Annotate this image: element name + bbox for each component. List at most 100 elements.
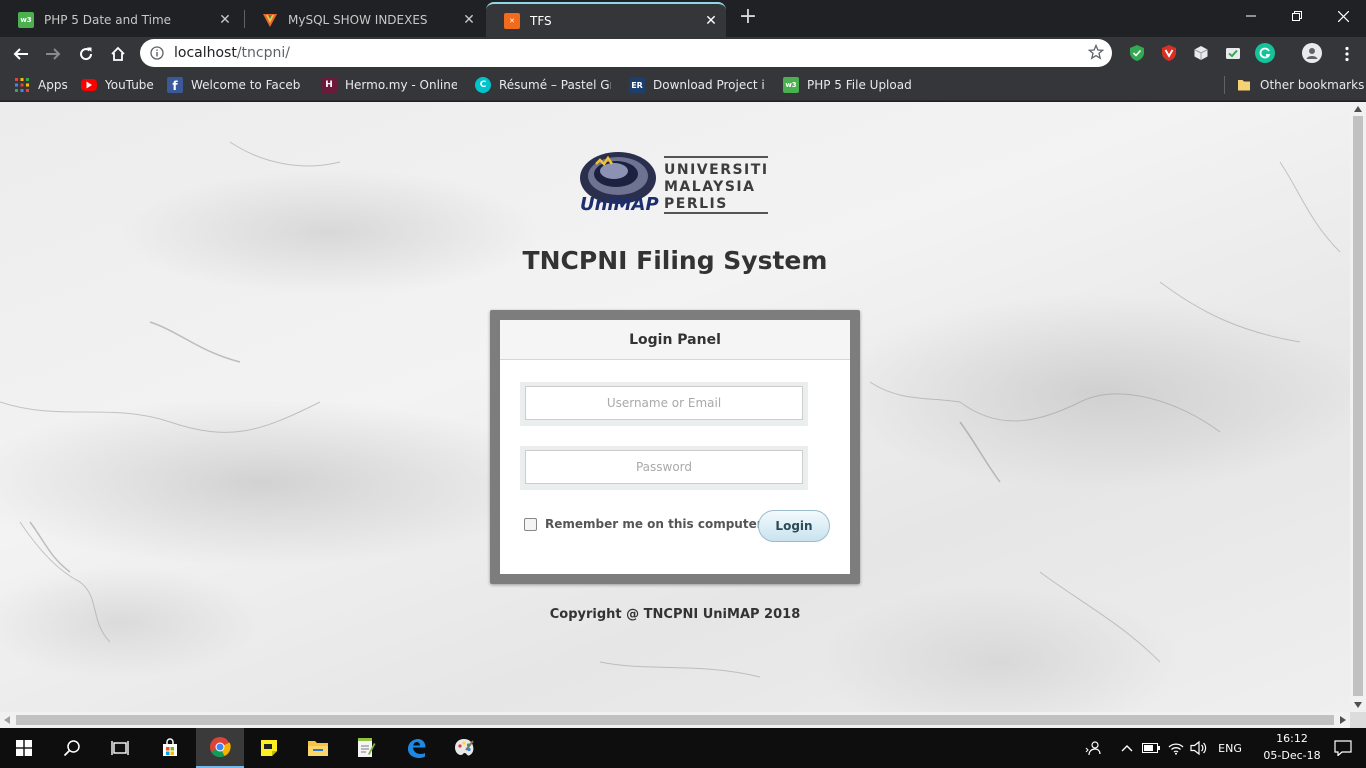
horizontal-scrollbar[interactable] xyxy=(0,712,1350,728)
people-icon[interactable] xyxy=(1080,728,1106,768)
reload-button[interactable] xyxy=(71,39,101,69)
grammarly-icon[interactable] xyxy=(1255,43,1275,63)
bookmark-hermo[interactable]: H Hermo.my - Online B xyxy=(321,76,457,94)
w3schools-icon: w3 xyxy=(783,77,799,93)
cube-extension-icon[interactable] xyxy=(1191,43,1211,63)
address-bar[interactable]: localhost/tncpni/ xyxy=(140,39,1112,67)
close-tab-icon[interactable]: ✕ xyxy=(458,12,480,28)
back-button[interactable] xyxy=(6,39,36,69)
shield-extension-icon[interactable] xyxy=(1127,43,1147,63)
scroll-down-arrow-icon[interactable] xyxy=(1354,702,1362,708)
tab-title: MySQL SHOW INDEXES xyxy=(288,12,428,27)
vertical-scroll-thumb[interactable] xyxy=(1353,116,1363,696)
login-frame: Login Panel Remember me on this computer… xyxy=(490,310,860,584)
new-tab-button[interactable]: + xyxy=(736,5,760,29)
wifi-icon[interactable] xyxy=(1165,728,1187,768)
tab-title: PHP 5 Date and Time xyxy=(44,12,172,27)
close-tab-icon[interactable]: ✕ xyxy=(700,13,722,29)
hermo-icon: H xyxy=(321,77,337,93)
bookmark-resume[interactable]: C Résumé – Pastel Gree xyxy=(475,76,611,94)
windows-start-icon[interactable] xyxy=(0,728,48,768)
remember-me-checkbox[interactable] xyxy=(524,517,537,531)
profile-avatar[interactable] xyxy=(1302,43,1322,63)
bookmark-label: Résumé – Pastel Gree xyxy=(499,78,611,92)
clock-date: 05-Dec-18 xyxy=(1263,749,1321,762)
notepad-plus-plus-icon[interactable] xyxy=(342,728,390,768)
bookmark-label: Other bookmarks xyxy=(1260,78,1365,92)
bookmark-download-project[interactable]: ER Download Project in xyxy=(629,76,765,94)
language-indicator[interactable]: ENG xyxy=(1213,728,1247,768)
page-viewport: UNIVERSITI MALAYSIA PERLIS UniMAP TNCPNI… xyxy=(0,102,1350,712)
bookmark-label: YouTube xyxy=(105,78,154,92)
mysql-icon xyxy=(262,12,278,28)
scroll-left-arrow-icon[interactable] xyxy=(4,716,10,724)
home-button[interactable] xyxy=(103,39,133,69)
bookmark-label: Hermo.my - Online B xyxy=(345,78,457,92)
vivaldi-extension-icon[interactable] xyxy=(1159,43,1179,63)
username-input[interactable] xyxy=(525,386,803,420)
folder-icon xyxy=(1236,77,1252,93)
edge-icon[interactable] xyxy=(392,728,440,768)
store-icon[interactable] xyxy=(146,728,194,768)
restore-button[interactable] xyxy=(1274,0,1320,32)
bookmark-label: Download Project in xyxy=(653,78,765,92)
tab-tfs[interactable]: ✕ TFS ✕ xyxy=(486,2,726,37)
mail-checker-extension-icon[interactable] xyxy=(1223,43,1243,63)
canva-icon: C xyxy=(475,77,491,93)
other-bookmarks[interactable]: Other bookmarks xyxy=(1236,76,1364,94)
scroll-up-arrow-icon[interactable] xyxy=(1354,106,1362,112)
task-view-icon[interactable] xyxy=(96,728,144,768)
scroll-right-arrow-icon[interactable] xyxy=(1340,716,1346,724)
unimap-logo: UNIVERSITI MALAYSIA PERLIS UniMAP xyxy=(578,138,774,222)
file-explorer-icon[interactable] xyxy=(294,728,342,768)
bookmarks-bar: Apps YouTube f Welcome to Faceboo H Herm… xyxy=(0,70,1366,101)
close-tab-icon[interactable]: ✕ xyxy=(214,12,236,28)
w3schools-icon: w3 xyxy=(18,11,34,28)
volume-icon[interactable] xyxy=(1188,728,1210,768)
copyright-text: Copyright @ TNCPNI UniMAP 2018 xyxy=(549,607,801,622)
bookmark-php-file-upload[interactable]: w3 PHP 5 File Upload xyxy=(783,76,912,94)
bookmark-star-icon[interactable] xyxy=(1087,43,1105,63)
show-hidden-icons-chevron-icon[interactable] xyxy=(1117,728,1137,768)
bookmark-label: PHP 5 File Upload xyxy=(807,78,912,92)
clock-time: 16:12 xyxy=(1276,732,1308,745)
action-center-icon[interactable] xyxy=(1320,728,1366,768)
vertical-scrollbar[interactable] xyxy=(1350,102,1366,712)
password-input[interactable] xyxy=(525,450,803,484)
remember-me-label[interactable]: Remember me on this computer xyxy=(545,517,763,531)
login-panel: Login Panel Remember me on this computer… xyxy=(500,320,850,574)
apps-grid-icon xyxy=(14,77,30,93)
search-icon[interactable] xyxy=(48,728,96,768)
facebook-icon: f xyxy=(167,77,183,93)
login-button[interactable]: Login xyxy=(758,510,830,542)
bookmark-facebook[interactable]: f Welcome to Faceboo xyxy=(167,76,301,94)
paint-icon[interactable] xyxy=(440,728,488,768)
login-panel-heading: Login Panel xyxy=(500,320,850,360)
bookmark-youtube[interactable]: YouTube xyxy=(81,76,154,94)
tab-php-date[interactable]: w3 PHP 5 Date and Time ✕ xyxy=(0,2,240,37)
bookmarks-divider xyxy=(1224,76,1225,94)
info-icon[interactable] xyxy=(140,46,174,60)
battery-icon[interactable] xyxy=(1140,728,1162,768)
windows-taskbar: ENG 16:12 05-Dec-18 xyxy=(0,728,1366,768)
page-title: TNCPNI Filing System xyxy=(522,246,828,275)
password-field-wrap xyxy=(520,446,808,490)
sticky-notes-icon[interactable] xyxy=(245,728,293,768)
bookmark-label: Welcome to Faceboo xyxy=(191,78,301,92)
xampp-icon: ✕ xyxy=(504,12,520,29)
youtube-icon xyxy=(81,79,97,91)
horizontal-scroll-thumb[interactable] xyxy=(16,715,1334,725)
browser-toolbar: localhost/tncpni/ xyxy=(0,37,1366,70)
close-window-button[interactable] xyxy=(1320,0,1366,32)
logo-line-universiti: UNIVERSITI xyxy=(664,162,769,178)
logo-line-malaysia: MALAYSIA xyxy=(664,179,756,195)
menu-button[interactable] xyxy=(1332,39,1362,69)
minimize-button[interactable] xyxy=(1228,0,1274,32)
username-field-wrap xyxy=(520,382,808,426)
scroll-corner xyxy=(1350,712,1366,728)
chrome-icon[interactable] xyxy=(196,728,244,768)
tab-mysql-indexes[interactable]: MySQL SHOW INDEXES ✕ xyxy=(244,2,484,37)
forward-button[interactable] xyxy=(38,39,68,69)
clock[interactable]: 16:12 05-Dec-18 xyxy=(1262,730,1322,764)
bookmark-apps[interactable]: Apps xyxy=(14,76,68,94)
